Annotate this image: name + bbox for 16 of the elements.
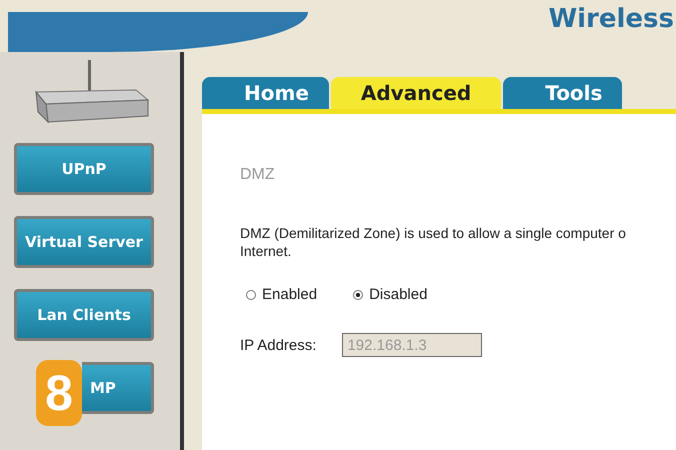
field-label: IP Address: [240,336,316,354]
section-title: DMZ [240,166,276,184]
brand-title: Wireless [548,4,675,34]
sidebar-button[interactable]: MP [82,362,154,414]
sidebar-button[interactable]: Lan Clients [14,289,154,341]
nav-tab[interactable]: Tools [503,77,622,109]
step-badge: 8 [36,360,82,426]
sidebar-button[interactable]: UPnP [14,143,154,195]
radio-button[interactable] [353,290,364,300]
description-text: DMZ (Demilitarized Zone) is used to allow a single computer o Internet. [240,224,627,260]
radio-label: Enabled [262,286,318,303]
radio-label: Disabled [369,286,428,303]
nav-tab[interactable]: Advanced [330,77,502,109]
radio-button[interactable] [246,290,256,300]
sidebar-button[interactable]: Virtual Server [14,216,154,268]
nav-tab[interactable]: Home [202,77,329,109]
